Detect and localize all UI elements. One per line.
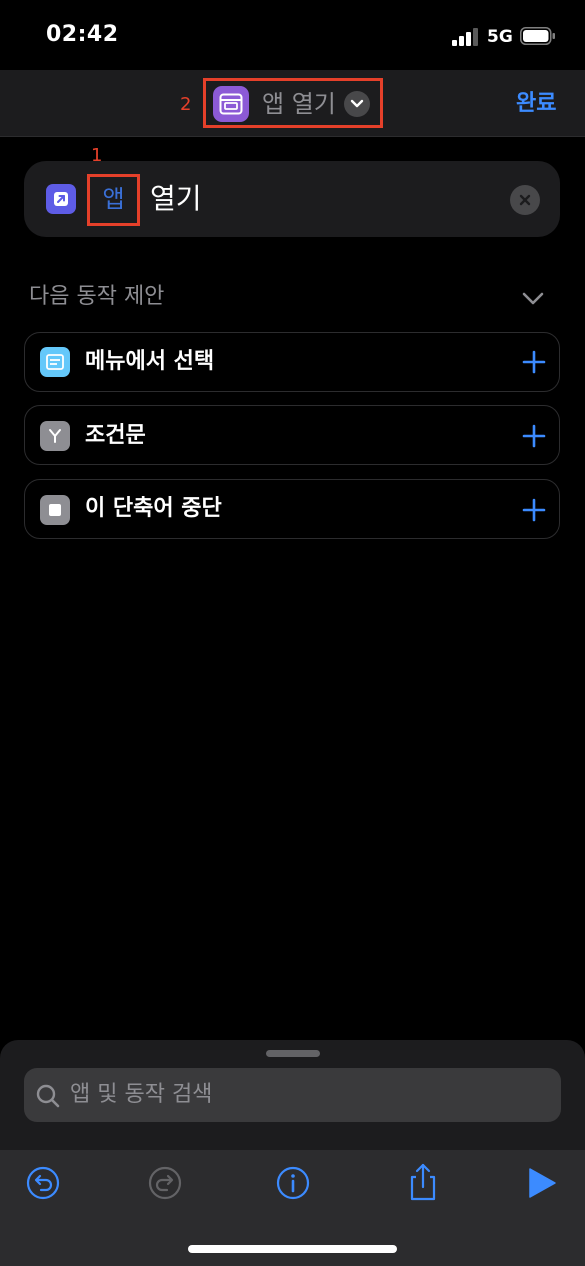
plus-icon[interactable] (522, 350, 546, 374)
status-time: 02:42 (46, 22, 119, 47)
suggestions-header: 다음 동작 제안 (29, 284, 165, 309)
menu-icon (40, 347, 70, 377)
arrow-up-right-icon (54, 192, 68, 206)
info-icon[interactable] (275, 1165, 311, 1201)
stop-icon (40, 495, 70, 525)
network-type: 5G (487, 27, 513, 47)
action-verb: 열기 (150, 182, 202, 215)
home-indicator (188, 1245, 397, 1253)
plus-icon[interactable] (522, 424, 546, 448)
remove-action-button[interactable] (510, 185, 540, 215)
close-icon (519, 194, 531, 206)
highlight-box-app-token (87, 174, 140, 226)
share-icon[interactable] (405, 1162, 441, 1202)
redo-icon[interactable] (147, 1165, 183, 1201)
done-button[interactable]: 완료 (516, 86, 556, 122)
sheet-grabber[interactable] (266, 1050, 320, 1057)
undo-icon[interactable] (25, 1165, 61, 1201)
search-icon (36, 1084, 60, 1108)
branch-icon (40, 421, 70, 451)
chevron-down-icon[interactable] (520, 285, 546, 311)
signal-icon (452, 28, 478, 46)
play-icon[interactable] (524, 1165, 560, 1201)
suggestion-label: 메뉴에서 선택 (85, 349, 215, 374)
suggestion-label: 이 단축어 중단 (85, 496, 222, 521)
annotation-marker-2: 2 (180, 94, 192, 115)
highlight-box-nav-title (203, 78, 383, 128)
plus-icon[interactable] (522, 498, 546, 522)
search-placeholder: 앱 및 동작 검색 (70, 1082, 213, 1107)
annotation-marker-1: 1 (91, 145, 103, 166)
open-app-action-icon (46, 184, 76, 214)
suggestion-label: 조건문 (85, 423, 146, 448)
battery-icon (520, 27, 555, 45)
